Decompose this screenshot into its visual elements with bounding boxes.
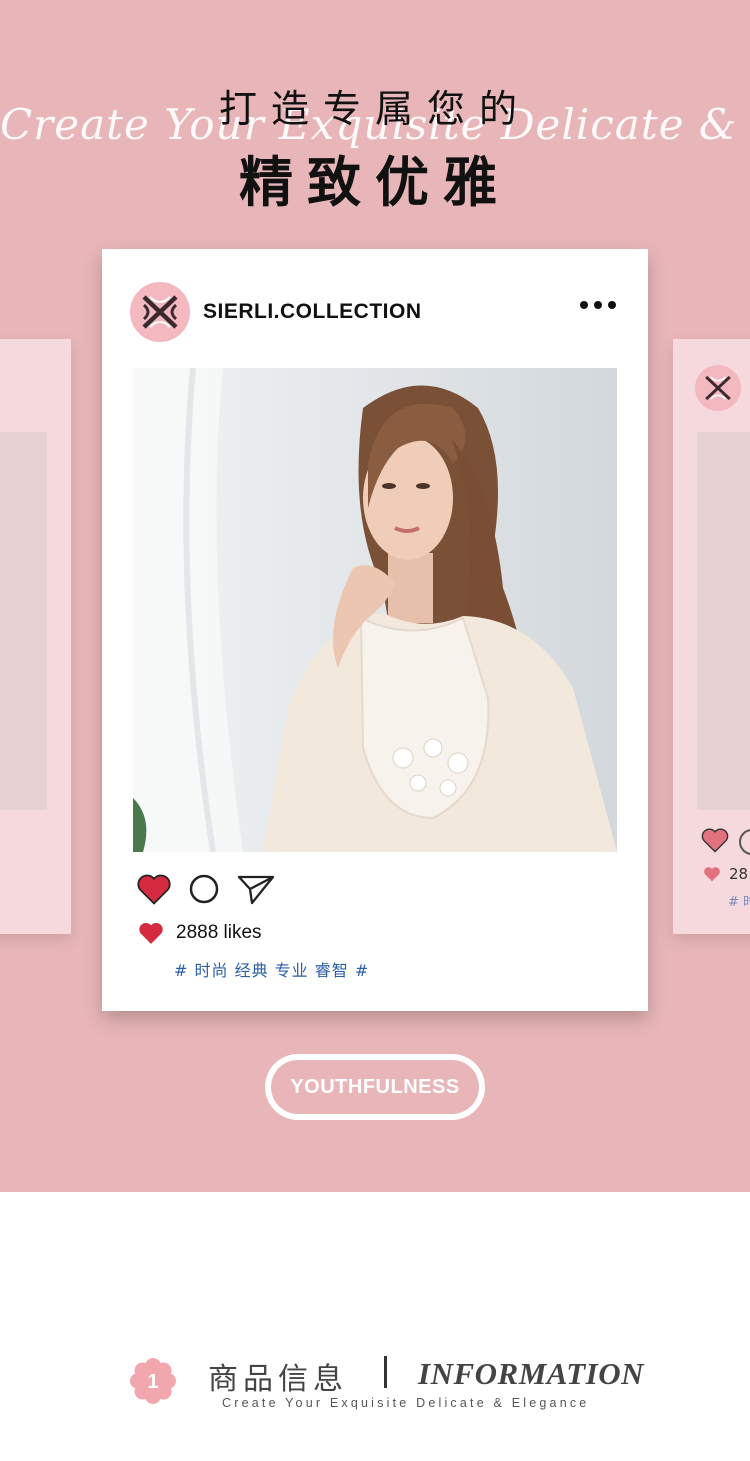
right-side-card: 28 # 时 — [673, 339, 750, 934]
right-card-comment-icon[interactable] — [739, 829, 750, 855]
section-subtitle: Create Your Exquisite Delicate & Eleganc… — [222, 1396, 590, 1410]
flower-badge: 1 — [130, 1358, 176, 1404]
hashtags[interactable]: # 时尚 经典 专业 睿智 # — [174, 957, 369, 981]
section-number: 1 — [147, 1371, 158, 1393]
title-line-2: 精致优雅 — [239, 151, 511, 214]
account-name[interactable]: SIERLI.COLLECTION — [203, 300, 422, 324]
heart-icon[interactable] — [136, 873, 172, 909]
youthfulness-button-frame: YOUTHFULNESS — [265, 1054, 485, 1120]
post-photo — [133, 368, 617, 852]
likes-count[interactable]: 2888 likes — [176, 922, 262, 944]
right-card-tags[interactable]: # 时 — [728, 891, 750, 910]
right-card-brand-logo — [695, 365, 741, 411]
hero-section: Create Your Exquisite Delicate & Eleganc… — [0, 0, 750, 1192]
left-card-photo-placeholder — [0, 432, 47, 810]
left-side-card — [0, 339, 71, 934]
right-card-heart-icon[interactable] — [701, 827, 729, 857]
post-actions — [136, 873, 276, 909]
comment-icon[interactable] — [188, 873, 220, 909]
right-card-photo-placeholder — [697, 432, 750, 810]
youthfulness-button[interactable]: YOUTHFULNESS — [271, 1060, 479, 1114]
right-card-likes: 28 — [703, 865, 748, 883]
post-card: SIERLI.COLLECTION 2888 likes # 时尚 经典 专业 … — [102, 249, 648, 1011]
right-card-like-heart-icon — [704, 867, 720, 882]
right-card-likes-text: 28 — [729, 865, 749, 883]
likes-row: 2888 likes — [138, 921, 262, 945]
section-title-cn: 商品信息 — [208, 1362, 348, 1397]
info-section-header: 1 商品信息 INFORMATION Create Your Exquisite… — [0, 1340, 750, 1420]
like-heart-icon — [139, 922, 163, 944]
brand-logo[interactable] — [130, 282, 190, 342]
section-title-en: INFORMATION — [418, 1356, 644, 1391]
title-divider — [384, 1356, 387, 1388]
share-icon[interactable] — [236, 873, 276, 909]
more-icon[interactable] — [580, 301, 616, 309]
title-line-1: 打造专属您的 — [218, 87, 531, 131]
